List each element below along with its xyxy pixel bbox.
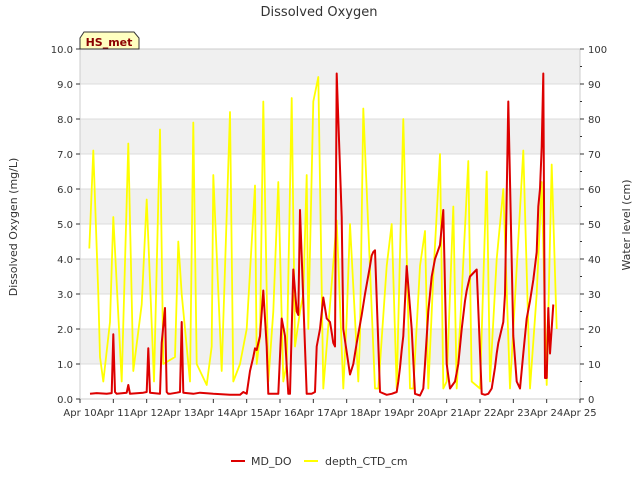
background-band <box>80 119 580 154</box>
x-tick-label: Apr 13 <box>163 408 196 419</box>
y2-tick-label: 0 <box>588 395 594 406</box>
y-tick-label: 0.0 <box>57 395 73 406</box>
x-tick-label: Apr 18 <box>330 408 363 419</box>
y2-tick-label: 80 <box>588 115 601 126</box>
x-tick-label: Apr 14 <box>197 408 230 419</box>
y2-tick-label: 100 <box>588 45 607 56</box>
y2-tick-label: 70 <box>588 150 601 161</box>
y-tick-label: 5.0 <box>57 220 73 231</box>
y-tick-label: 1.0 <box>57 360 73 371</box>
x-tick-label: Apr 23 <box>497 408 530 419</box>
x-tick-label: Apr 17 <box>297 408 330 419</box>
x-tick-label: Apr 24 <box>530 408 563 419</box>
y2-tick-label: 10 <box>588 360 601 371</box>
site-label-badge: HS_met <box>79 31 140 50</box>
x-tick-label: Apr 16 <box>263 408 296 419</box>
y-tick-label: 4.0 <box>57 255 73 266</box>
y2-tick-label: 90 <box>588 80 601 91</box>
legend: MD_DO depth_CTD_cm <box>231 455 408 468</box>
x-tick-label: Apr 11 <box>97 408 130 419</box>
site-label-text: HS_met <box>86 36 133 49</box>
x-axis: Apr 10 Apr 11 Apr 12 Apr 13 Apr 14 Apr 15 Apr … <box>63 399 597 419</box>
y2-tick-label: 40 <box>588 255 601 266</box>
y-tick-label: 10.0 <box>51 45 73 56</box>
y-tick-label: 3.0 <box>57 290 73 301</box>
dissolved-oxygen-chart: 0.0 1.0 2.0 3.0 4.0 5.0 6.0 7.0 8.0 9.0 10.0 0 10 20… <box>7 5 633 468</box>
y2-tick-label: 30 <box>588 290 601 301</box>
y-axis-right: 0 10 20 30 40 50 60 70 80 90 100 <box>580 45 607 406</box>
x-tick-label: Apr 25 <box>563 408 596 419</box>
chart-title: Dissolved Oxygen <box>261 5 378 20</box>
y2-tick-label: 50 <box>588 220 601 231</box>
y-tick-label: 7.0 <box>57 150 73 161</box>
y-tick-label: 6.0 <box>57 185 73 196</box>
x-tick-label: Apr 20 <box>397 408 430 419</box>
x-tick-label: Apr 19 <box>363 408 396 419</box>
x-tick-label: Apr 22 <box>463 408 496 419</box>
y2-tick-label: 20 <box>588 325 601 336</box>
y-axis-label: Dissolved Oxygen (mg/L) <box>7 158 20 297</box>
x-tick-label: Apr 15 <box>230 408 263 419</box>
x-tick-label: Apr 21 <box>430 408 463 419</box>
y-tick-label: 2.0 <box>57 325 73 336</box>
y2-axis-label: Water level (cm) <box>620 179 633 270</box>
y-tick-label: 8.0 <box>57 115 73 126</box>
x-tick-label: Apr 10 <box>63 408 96 419</box>
legend-label-depth: depth_CTD_cm <box>325 455 408 468</box>
x-tick-label: Apr 12 <box>130 408 163 419</box>
background-band <box>80 49 580 84</box>
y-tick-label: 9.0 <box>57 80 73 91</box>
chart-container: 0.0 1.0 2.0 3.0 4.0 5.0 6.0 7.0 8.0 9.0 10.0 0 10 20… <box>0 0 640 480</box>
legend-label-md-do: MD_DO <box>251 455 292 468</box>
y2-tick-label: 60 <box>588 185 601 196</box>
y-axis-left: 0.0 1.0 2.0 3.0 4.0 5.0 6.0 7.0 8.0 9.0 10.0 <box>51 45 80 406</box>
